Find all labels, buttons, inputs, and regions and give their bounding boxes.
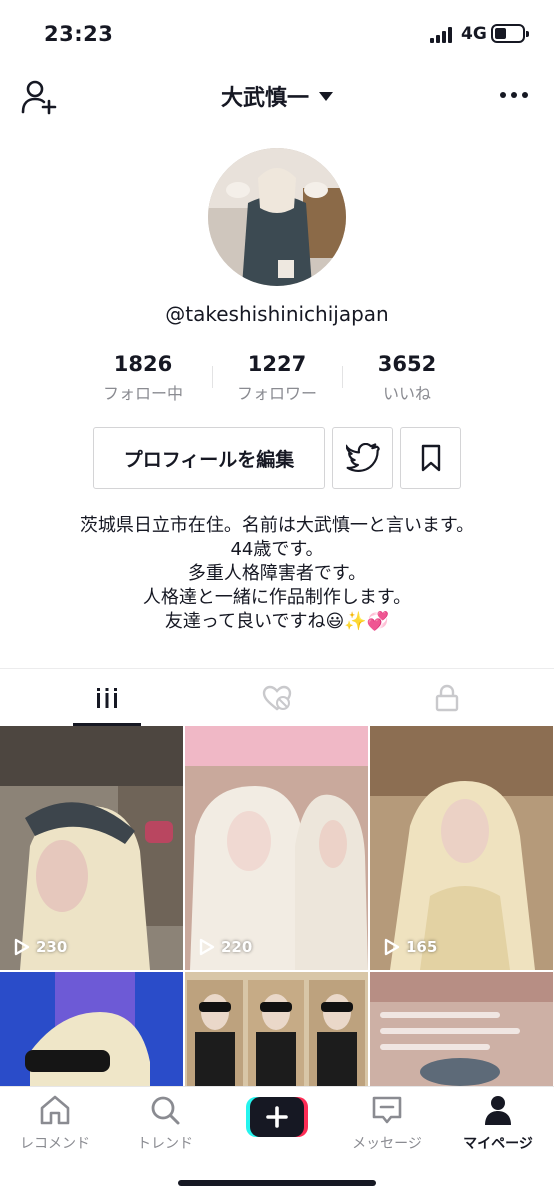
- bookmark-icon: [421, 444, 440, 472]
- home-icon: [40, 1095, 70, 1125]
- search-icon: [151, 1096, 180, 1125]
- profile-stats: 1826 フォロー中 1227 フォロワー 3652 いいね: [80, 352, 474, 408]
- nav-label: レコメンド: [20, 1136, 90, 1152]
- video-grid: 230 220 165: [0, 726, 554, 1086]
- inbox-icon: [372, 1096, 402, 1124]
- play-icon: [384, 938, 400, 956]
- profile-header: 大武慎一: [0, 70, 554, 120]
- likes-count: 3652: [377, 352, 437, 376]
- bio-line: 友達って良いですね😃✨💞: [164, 611, 390, 632]
- account-switcher[interactable]: 大武慎一: [221, 80, 333, 112]
- nav-label: マイページ: [463, 1136, 533, 1152]
- nav-label: メッセージ: [352, 1136, 422, 1152]
- twitter-icon: [345, 443, 380, 472]
- favorites-button[interactable]: [400, 427, 461, 489]
- bio-line: 多重人格障害者です。: [187, 563, 367, 584]
- view-count: 220: [199, 938, 252, 956]
- plus-icon: [246, 1097, 308, 1137]
- play-icon: [199, 938, 215, 956]
- more-options-icon[interactable]: [496, 86, 532, 106]
- tab-private[interactable]: [355, 669, 539, 727]
- home-indicator: [178, 1180, 376, 1186]
- create-button[interactable]: [246, 1097, 308, 1137]
- following-stat[interactable]: 1826 フォロー中: [78, 352, 208, 404]
- video-thumbnail[interactable]: 220: [185, 726, 368, 970]
- signal-icon: [430, 27, 454, 43]
- bio-line: 茨城県日立市在住。名前は大武慎一と言います。: [79, 515, 475, 536]
- content-tabs: [0, 668, 554, 726]
- avatar[interactable]: [208, 148, 346, 286]
- view-count: 230: [14, 938, 67, 956]
- video-thumbnail[interactable]: [0, 972, 183, 1086]
- video-thumbnail[interactable]: 165: [370, 726, 553, 970]
- tab-videos[interactable]: [15, 669, 199, 727]
- chevron-down-icon: [319, 91, 333, 101]
- followers-stat[interactable]: 1227 フォロワー: [212, 352, 342, 404]
- edit-profile-button[interactable]: プロフィールを編集: [93, 427, 325, 489]
- lock-icon: [435, 684, 459, 712]
- battery-icon: [491, 24, 529, 43]
- nav-label: トレンド: [137, 1136, 193, 1152]
- likes-label: いいね: [382, 384, 431, 403]
- following-count: 1826: [113, 352, 173, 376]
- status-bar: 23:23 4G: [0, 0, 554, 70]
- nav-discover[interactable]: トレンド: [110, 1093, 220, 1153]
- username-handle: @takeshishinichijapan: [165, 302, 389, 326]
- play-icon: [14, 938, 30, 956]
- page-title: 大武慎一: [220, 86, 309, 111]
- followers-count: 1227: [247, 352, 307, 376]
- likes-stat[interactable]: 3652 いいね: [342, 352, 472, 404]
- video-thumbnail[interactable]: [370, 972, 553, 1086]
- video-thumbnail[interactable]: 230: [0, 726, 183, 970]
- grid-icon: [95, 688, 119, 708]
- view-count: 165: [384, 938, 437, 956]
- nav-profile[interactable]: マイページ: [443, 1093, 553, 1153]
- liked-hidden-icon: [262, 685, 292, 711]
- tab-liked[interactable]: [185, 669, 369, 727]
- nav-inbox[interactable]: メッセージ: [332, 1093, 442, 1153]
- following-label: フォロー中: [102, 384, 183, 403]
- followers-label: フォロワー: [236, 384, 317, 403]
- network-label: 4G: [461, 24, 487, 44]
- profile-icon: [485, 1096, 511, 1125]
- nav-home[interactable]: レコメンド: [0, 1093, 110, 1153]
- profile-bio: 茨城県日立市在住。名前は大武慎一と言います。 44歳です。 多重人格障害者です。…: [0, 514, 554, 634]
- status-time: 23:23: [44, 22, 114, 46]
- twitter-button[interactable]: [332, 427, 393, 489]
- bio-line: 人格達と一緒に作品制作します。: [142, 587, 412, 608]
- video-thumbnail[interactable]: [185, 972, 368, 1086]
- bio-line: 44歳です。: [230, 539, 324, 560]
